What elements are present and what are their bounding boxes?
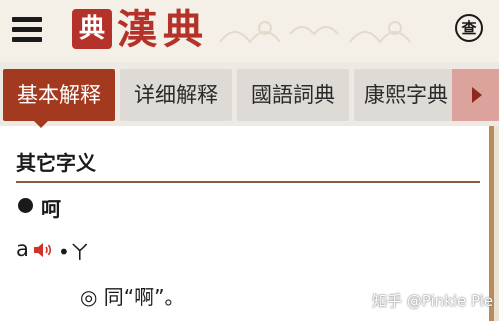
tab-mandarin-dictionary[interactable]: 國語詞典 [237, 69, 349, 121]
entry-character: 呵 [41, 197, 61, 221]
tab-detailed-explanation[interactable]: 详细解释 [120, 69, 232, 121]
search-button[interactable]: 查 [455, 14, 483, 42]
pinyin-reading: a [16, 237, 29, 261]
menu-icon[interactable] [12, 15, 42, 45]
watermark: 知乎 @Pinkie Pie [372, 292, 494, 310]
section-divider [16, 181, 480, 183]
tab-basic-explanation[interactable]: 基本解释 [3, 69, 115, 121]
active-tab-pointer [31, 118, 51, 128]
definition-text: ◎ 同“啊”。 [80, 285, 185, 309]
panel-edge [494, 126, 499, 321]
app-header: 典 漢典 查 [0, 0, 499, 62]
tab-kangxi-dictionary[interactable]: 康熙字典 [354, 69, 459, 121]
tab-bar: 基本解释 详细解释 國語詞典 康熙字典 [0, 62, 499, 126]
speaker-icon[interactable] [33, 241, 53, 259]
tab-scroll-next-icon[interactable] [452, 69, 499, 121]
bullet-dot-icon [18, 198, 33, 213]
logo-seal[interactable]: 典 [72, 9, 112, 49]
cloud-pattern-icon [219, 21, 411, 44]
logo-text[interactable]: 漢典 [117, 5, 209, 55]
zhuyin-reading: •ㄚ [58, 240, 90, 264]
section-title: 其它字义 [16, 151, 96, 175]
